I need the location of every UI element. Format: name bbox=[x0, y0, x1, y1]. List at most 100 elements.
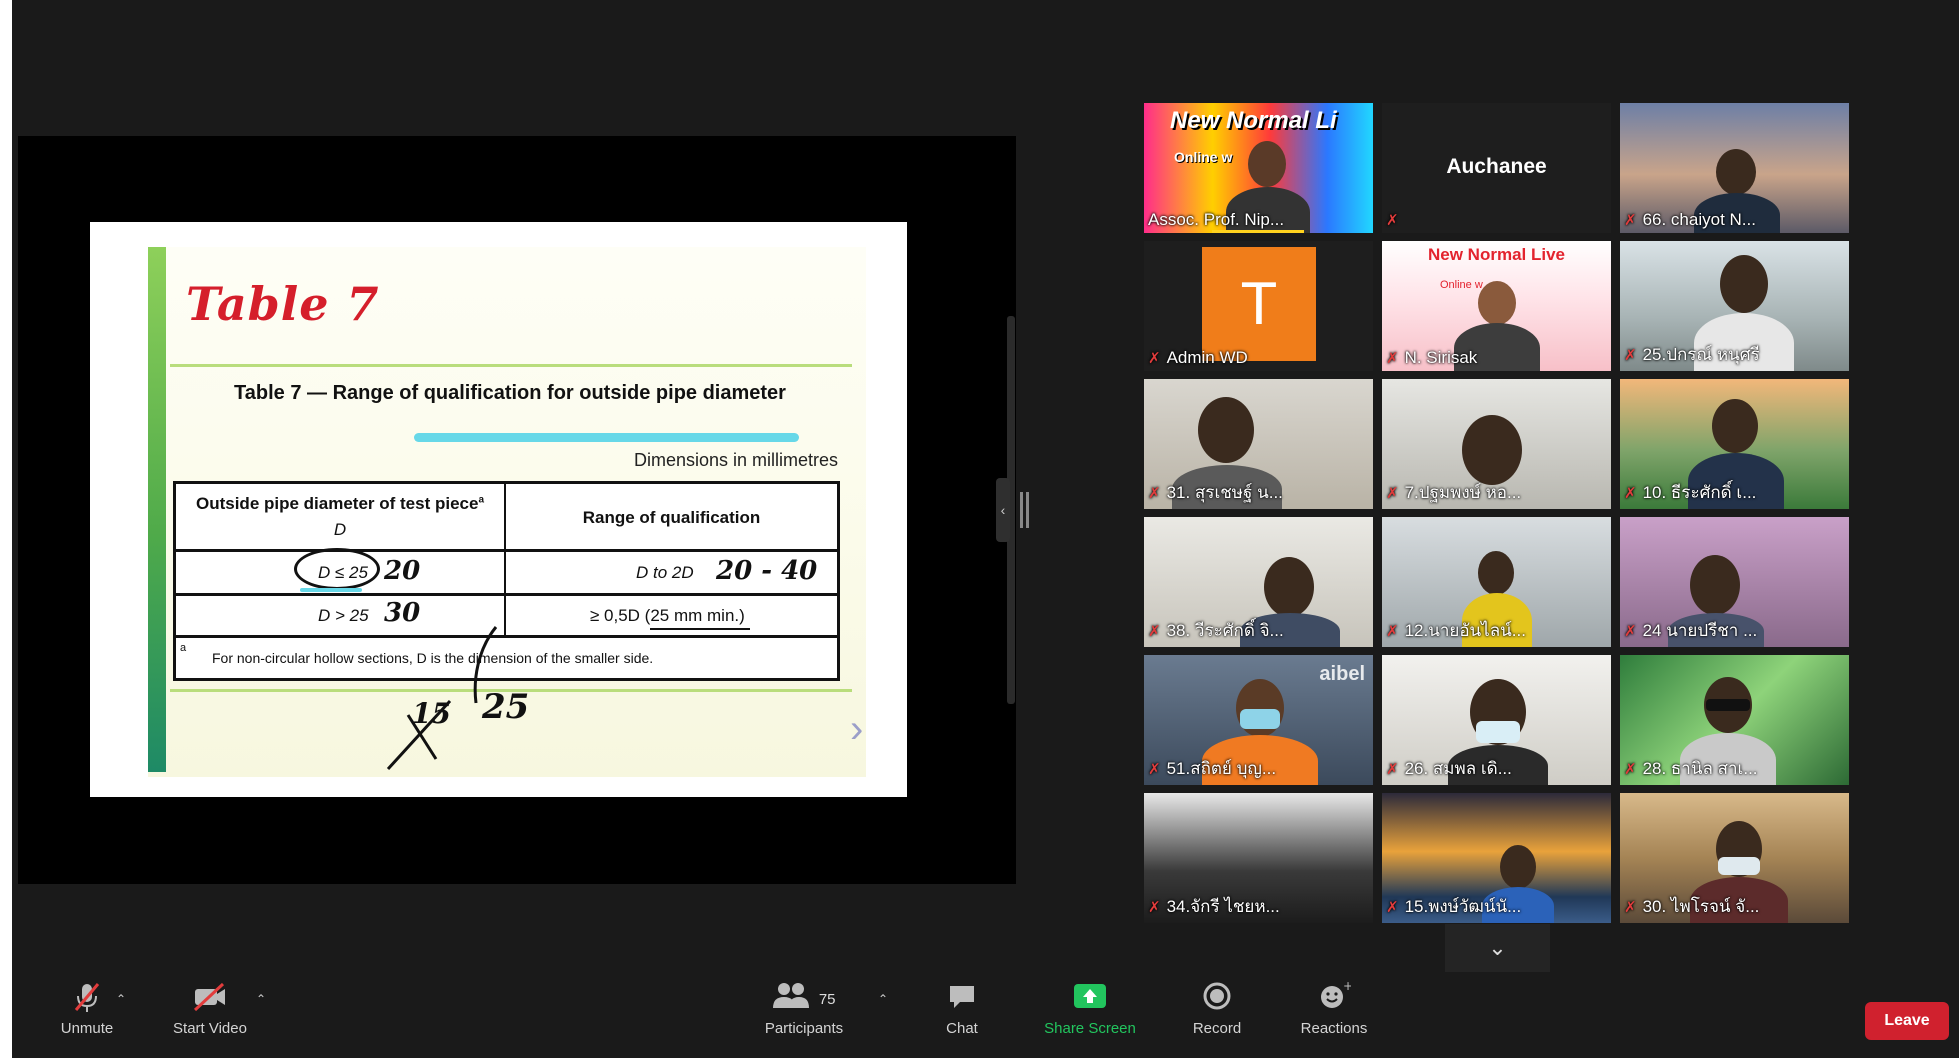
chevron-up-icon[interactable]: ⌃ bbox=[878, 992, 888, 1006]
participant-name: 25.ปกรณ์ หนุศรี bbox=[1642, 345, 1760, 364]
mic-muted-icon: ✗ bbox=[1386, 485, 1399, 502]
mic-muted-icon: ✗ bbox=[1386, 761, 1399, 778]
mic-muted-icon: ✗ bbox=[1624, 761, 1637, 778]
participant-head bbox=[1478, 551, 1514, 595]
resize-handle[interactable] bbox=[1020, 492, 1023, 528]
avatar: T bbox=[1202, 247, 1316, 361]
slide-accent-bar bbox=[148, 247, 166, 772]
video-tile[interactable]: ✗ 34.จักรี ไชยห... bbox=[1144, 793, 1373, 923]
mic-muted-icon: ✗ bbox=[1386, 623, 1399, 640]
leave-button[interactable]: Leave bbox=[1865, 1002, 1949, 1040]
footnote-mark: a bbox=[180, 642, 187, 654]
header-cell-range: Range of qualification bbox=[506, 484, 837, 549]
table-caption: Table 7 — Range of qualification for out… bbox=[234, 382, 786, 404]
slide-next-icon[interactable]: › bbox=[850, 707, 863, 752]
collapse-panel-icon[interactable]: ‹ bbox=[996, 478, 1010, 542]
video-tile[interactable]: ✗ 38. วีระศักดิ์ จิ... bbox=[1144, 517, 1373, 647]
handwritten-corrected: 25 bbox=[482, 687, 530, 727]
video-tile[interactable]: ✗ 30. ไพโรจน์ จั... bbox=[1620, 793, 1849, 923]
participants-button[interactable]: 75 Participants bbox=[754, 980, 854, 1037]
participants-icon bbox=[772, 983, 818, 1017]
participant-name: 34.จักรี ไชยห... bbox=[1166, 897, 1280, 916]
handwritten-crossed: 15 bbox=[412, 697, 451, 730]
chat-button[interactable]: Chat bbox=[922, 980, 1002, 1037]
slide-content: Table 7 Table 7 — Range of qualification… bbox=[148, 247, 866, 777]
start-video-button[interactable]: Start Video bbox=[160, 980, 260, 1037]
mic-muted-icon: ✗ bbox=[1386, 899, 1399, 916]
video-tile[interactable]: T ✗ Admin WD bbox=[1144, 241, 1373, 371]
slide-title: Table 7 bbox=[186, 277, 380, 331]
video-tile[interactable]: ✗ 24 นายปรีชา ... bbox=[1620, 517, 1849, 647]
participant-display-name: Auchanee bbox=[1446, 155, 1547, 178]
share-screen-button[interactable]: Share Screen bbox=[1030, 980, 1150, 1037]
mic-muted-icon: ✗ bbox=[1148, 623, 1161, 640]
mic-muted-icon: ✗ bbox=[1148, 761, 1161, 778]
video-off-icon bbox=[160, 980, 260, 1020]
video-tile[interactable]: Auchanee ✗ bbox=[1382, 103, 1611, 233]
participant-name: N. Sirisak bbox=[1404, 348, 1478, 367]
handwritten-circle bbox=[294, 548, 380, 590]
svg-text:+: + bbox=[1343, 980, 1351, 993]
video-tile[interactable]: New Normal Li Online w Assoc. Prof. Nip.… bbox=[1144, 103, 1373, 233]
table-row: D ≤ 25 20 D to 2D 20 - 40 bbox=[176, 548, 837, 596]
tile-overlay-text: aibel bbox=[1319, 663, 1365, 685]
tile-banner: New Normal Live bbox=[1428, 245, 1565, 264]
participant-name: 12.นายอันไลน์... bbox=[1404, 621, 1526, 640]
participant-head bbox=[1690, 555, 1740, 615]
highlight-mark bbox=[414, 433, 799, 442]
mic-muted-icon: ✗ bbox=[1386, 350, 1399, 367]
chevron-up-icon[interactable]: ⌃ bbox=[116, 992, 126, 1006]
resize-handle[interactable] bbox=[1026, 492, 1029, 528]
participant-name: 30. ไพโรจน์ จั... bbox=[1642, 897, 1760, 916]
participant-name: 66. chaiyot N... bbox=[1642, 210, 1756, 229]
record-button[interactable]: Record bbox=[1172, 980, 1262, 1037]
chat-label: Chat bbox=[946, 1020, 978, 1037]
chevron-down-icon[interactable]: ⌄ bbox=[1445, 924, 1550, 972]
face-mask bbox=[1240, 709, 1280, 729]
participant-head bbox=[1198, 397, 1254, 463]
chevron-up-icon[interactable]: ⌃ bbox=[256, 992, 266, 1006]
video-tile[interactable]: ✗ 10. ธีระศักดิ์ เ... bbox=[1620, 379, 1849, 509]
video-tile[interactable]: ✗ 15.พงษ์วัฒน์นั... bbox=[1382, 793, 1611, 923]
video-tile[interactable]: aibel ✗ 51.สถิตย์ บุญ... bbox=[1144, 655, 1373, 785]
mic-muted-icon: ✗ bbox=[1624, 623, 1637, 640]
start-video-label: Start Video bbox=[173, 1020, 247, 1037]
video-tile[interactable]: ✗ 66. chaiyot N... bbox=[1620, 103, 1849, 233]
participant-head bbox=[1478, 281, 1516, 325]
header-diameter-label: Outside pipe diameter of test piece bbox=[195, 494, 479, 513]
reactions-label: Reactions bbox=[1300, 1020, 1368, 1037]
participant-name: 51.สถิตย์ บุญ... bbox=[1166, 759, 1277, 778]
video-tile[interactable]: ✗ 12.นายอันไลน์... bbox=[1382, 517, 1611, 647]
video-tile[interactable]: ✗ 26. สมพล เดิ... bbox=[1382, 655, 1611, 785]
mic-muted-icon: ✗ bbox=[1148, 350, 1161, 367]
participant-name: 24 นายปรีชา ... bbox=[1642, 621, 1758, 640]
participant-name: 28. ธานิล สาเ... bbox=[1642, 759, 1758, 778]
meeting-toolbar: Unmute ⌃ Start Video ⌃ 75 Participants ⌃… bbox=[12, 979, 1959, 1058]
chat-icon bbox=[922, 980, 1002, 1020]
sunglasses bbox=[1706, 699, 1750, 711]
video-tile[interactable]: ✗ 25.ปกรณ์ หนุศรี bbox=[1620, 241, 1849, 371]
header-range-label: Range of qualification bbox=[582, 508, 761, 527]
unmute-button[interactable]: Unmute bbox=[42, 980, 132, 1037]
video-tile[interactable]: ✗ 31. สุรเชษฐ์ น... bbox=[1144, 379, 1373, 509]
header-cell-diameter: Outside pipe diameter of test piecea D bbox=[176, 484, 506, 549]
header-superscript: a bbox=[478, 494, 485, 506]
participant-head bbox=[1720, 255, 1768, 313]
share-screen-icon bbox=[1030, 980, 1150, 1020]
tile-banner: New Normal Li bbox=[1170, 107, 1337, 134]
participant-head bbox=[1462, 415, 1522, 485]
shared-screen: Table 7 Table 7 — Range of qualification… bbox=[18, 136, 1016, 884]
participant-name: 31. สุรเชษฐ์ น... bbox=[1166, 483, 1283, 502]
handwritten-strokes bbox=[386, 626, 498, 771]
video-tile[interactable]: ✗ 7.ปฐมพงษ์ หอ... bbox=[1382, 379, 1611, 509]
video-tile[interactable]: New Normal Live Online w ✗ N. Sirisak bbox=[1382, 241, 1611, 371]
window-edge bbox=[0, 0, 12, 1058]
slide-rule-top bbox=[170, 364, 852, 367]
record-label: Record bbox=[1192, 1020, 1242, 1037]
reactions-button[interactable]: + Reactions bbox=[1284, 979, 1384, 1037]
row2-diameter: D > 25 bbox=[318, 606, 369, 625]
highlight-mark bbox=[300, 588, 362, 592]
reactions-icon: + bbox=[1284, 979, 1384, 1020]
mic-muted-icon: ✗ bbox=[1386, 212, 1399, 229]
video-tile[interactable]: ✗ 28. ธานิล สาเ... bbox=[1620, 655, 1849, 785]
